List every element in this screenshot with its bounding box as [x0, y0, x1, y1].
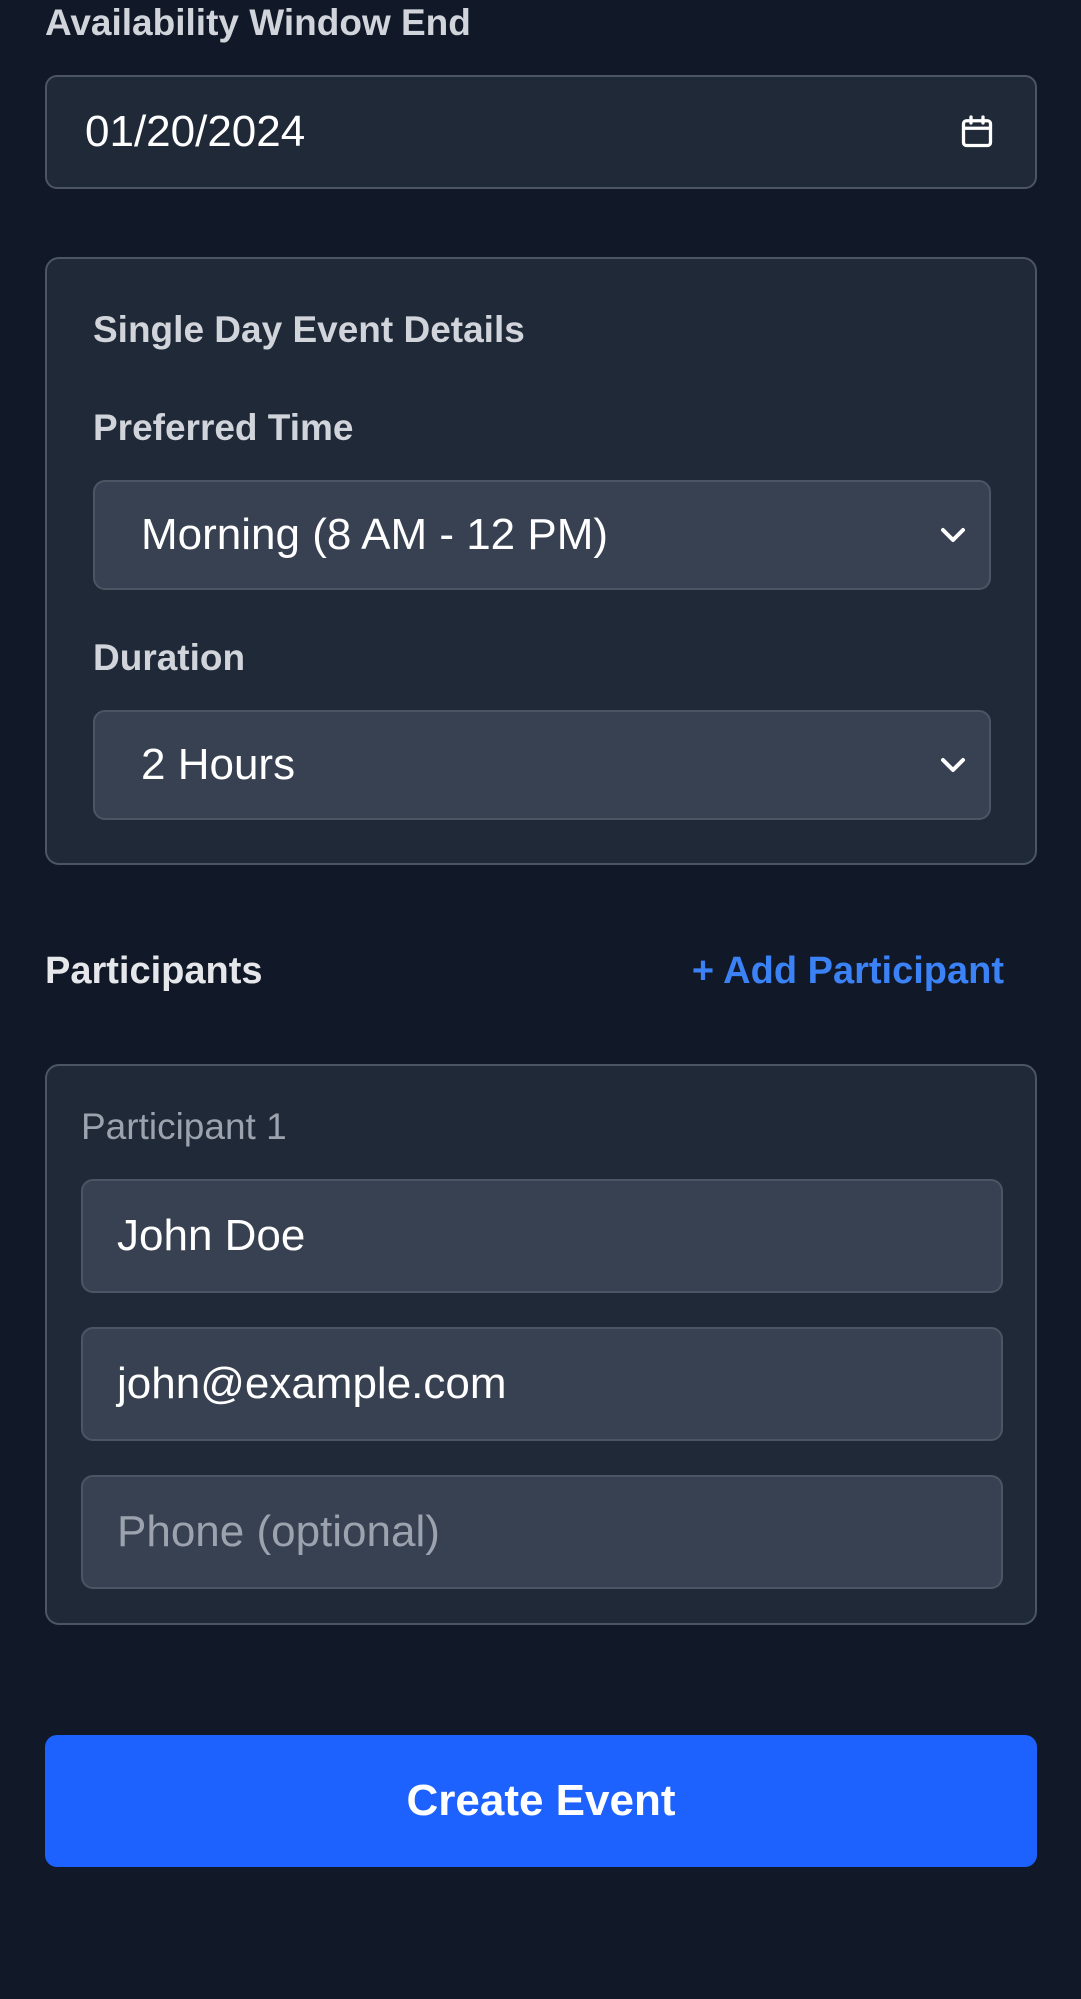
chevron-down-icon — [941, 758, 965, 772]
duration-value: 2 Hours — [141, 740, 296, 789]
participant-card: Participant 1 John Doe john@example.com … — [45, 1064, 1037, 1625]
participant-email-input[interactable]: john@example.com — [81, 1327, 1003, 1441]
participant-email-value: john@example.com — [117, 1359, 507, 1408]
preferred-time-label: Preferred Time — [93, 407, 354, 448]
preferred-time-select[interactable]: Morning (8 AM - 12 PM) — [93, 480, 991, 590]
duration-label: Duration — [93, 637, 246, 678]
create-event-button[interactable]: Create Event — [45, 1735, 1037, 1867]
single-day-details-card: Single Day Event Details Preferred Time … — [45, 257, 1037, 865]
availability-end-label: Availability Window End — [45, 2, 471, 43]
create-event-form: Availability Window End 01/20/2024 Singl… — [0, 0, 1081, 1999]
participant-name-value: John Doe — [117, 1211, 306, 1260]
chevron-down-icon — [941, 528, 965, 542]
duration-select[interactable]: 2 Hours — [93, 710, 991, 820]
participant-label: Participant 1 — [81, 1106, 287, 1147]
participant-phone-input[interactable]: Phone (optional) — [81, 1475, 1003, 1589]
participants-title: Participants — [45, 950, 263, 992]
availability-end-value: 01/20/2024 — [85, 107, 306, 156]
preferred-time-value: Morning (8 AM - 12 PM) — [141, 510, 609, 559]
single-day-details-title: Single Day Event Details — [93, 309, 525, 350]
calendar-icon[interactable] — [959, 113, 995, 151]
availability-end-date-input[interactable]: 01/20/2024 — [45, 75, 1037, 189]
add-participant-button[interactable]: + Add Participant — [692, 950, 1004, 993]
participant-name-input[interactable]: John Doe — [81, 1179, 1003, 1293]
participant-phone-placeholder: Phone (optional) — [117, 1507, 440, 1556]
